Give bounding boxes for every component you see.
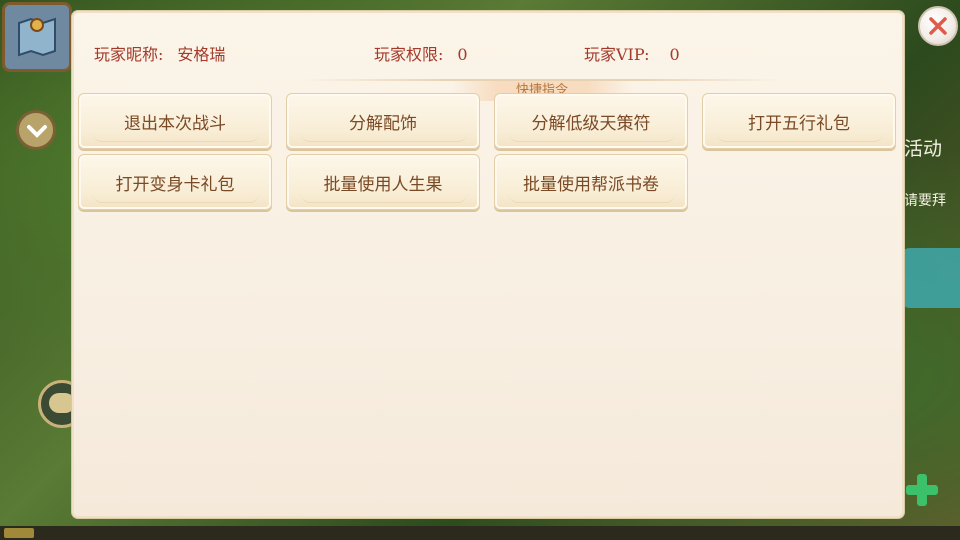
battery-icon <box>4 528 34 538</box>
nickname-row: 玩家昵称: 安格瑞 <box>94 41 225 67</box>
expand-button[interactable] <box>16 110 56 150</box>
vip-row: 玩家VIP: 0 <box>584 41 680 67</box>
scene-water <box>900 248 960 308</box>
decompose-talisman-button[interactable]: 分解低级天策符 <box>494 93 688 149</box>
button-label: 打开五行礼包 <box>748 113 850 134</box>
nickname-value: 安格瑞 <box>177 45 226 64</box>
close-icon <box>929 17 947 35</box>
activity-label[interactable]: 活动 <box>904 134 942 161</box>
exit-battle-button[interactable]: 退出本次战斗 <box>78 93 272 149</box>
button-label: 分解配饰 <box>349 113 417 134</box>
permission-label: 玩家权限: <box>374 45 444 64</box>
nickname-label: 玩家昵称: <box>94 45 164 64</box>
batch-use-guild-scroll-button[interactable]: 批量使用帮派书卷 <box>494 154 688 210</box>
button-label: 分解低级天策符 <box>531 113 651 134</box>
hint-label: 请要拜 <box>904 193 946 209</box>
permission-value: 0 <box>457 45 468 64</box>
permission-row: 玩家权限: 0 <box>374 41 468 67</box>
open-five-elements-pack-button[interactable]: 打开五行礼包 <box>702 93 896 149</box>
vip-label: 玩家VIP: <box>584 45 650 64</box>
decompose-accessory-button[interactable]: 分解配饰 <box>286 93 480 149</box>
button-label: 退出本次战斗 <box>124 113 226 134</box>
button-label: 批量使用帮派书卷 <box>523 174 659 195</box>
vip-value: 0 <box>669 45 680 64</box>
map-button[interactable] <box>2 2 72 72</box>
chevron-down-icon <box>27 125 47 138</box>
map-icon <box>18 17 56 57</box>
plus-icon[interactable] <box>902 470 942 510</box>
close-button[interactable] <box>918 6 958 46</box>
quick-command-panel: 玩家昵称: 安格瑞 玩家权限: 0 玩家VIP: 0 快捷指令 退出本次战斗 分解配饰… <box>72 11 904 518</box>
button-label: 打开变身卡礼包 <box>115 174 235 195</box>
batch-use-ginseng-fruit-button[interactable]: 批量使用人生果 <box>286 154 480 210</box>
open-transform-card-pack-button[interactable]: 打开变身卡礼包 <box>78 154 272 210</box>
bottom-bar <box>0 526 960 540</box>
button-label: 批量使用人生果 <box>323 174 443 195</box>
